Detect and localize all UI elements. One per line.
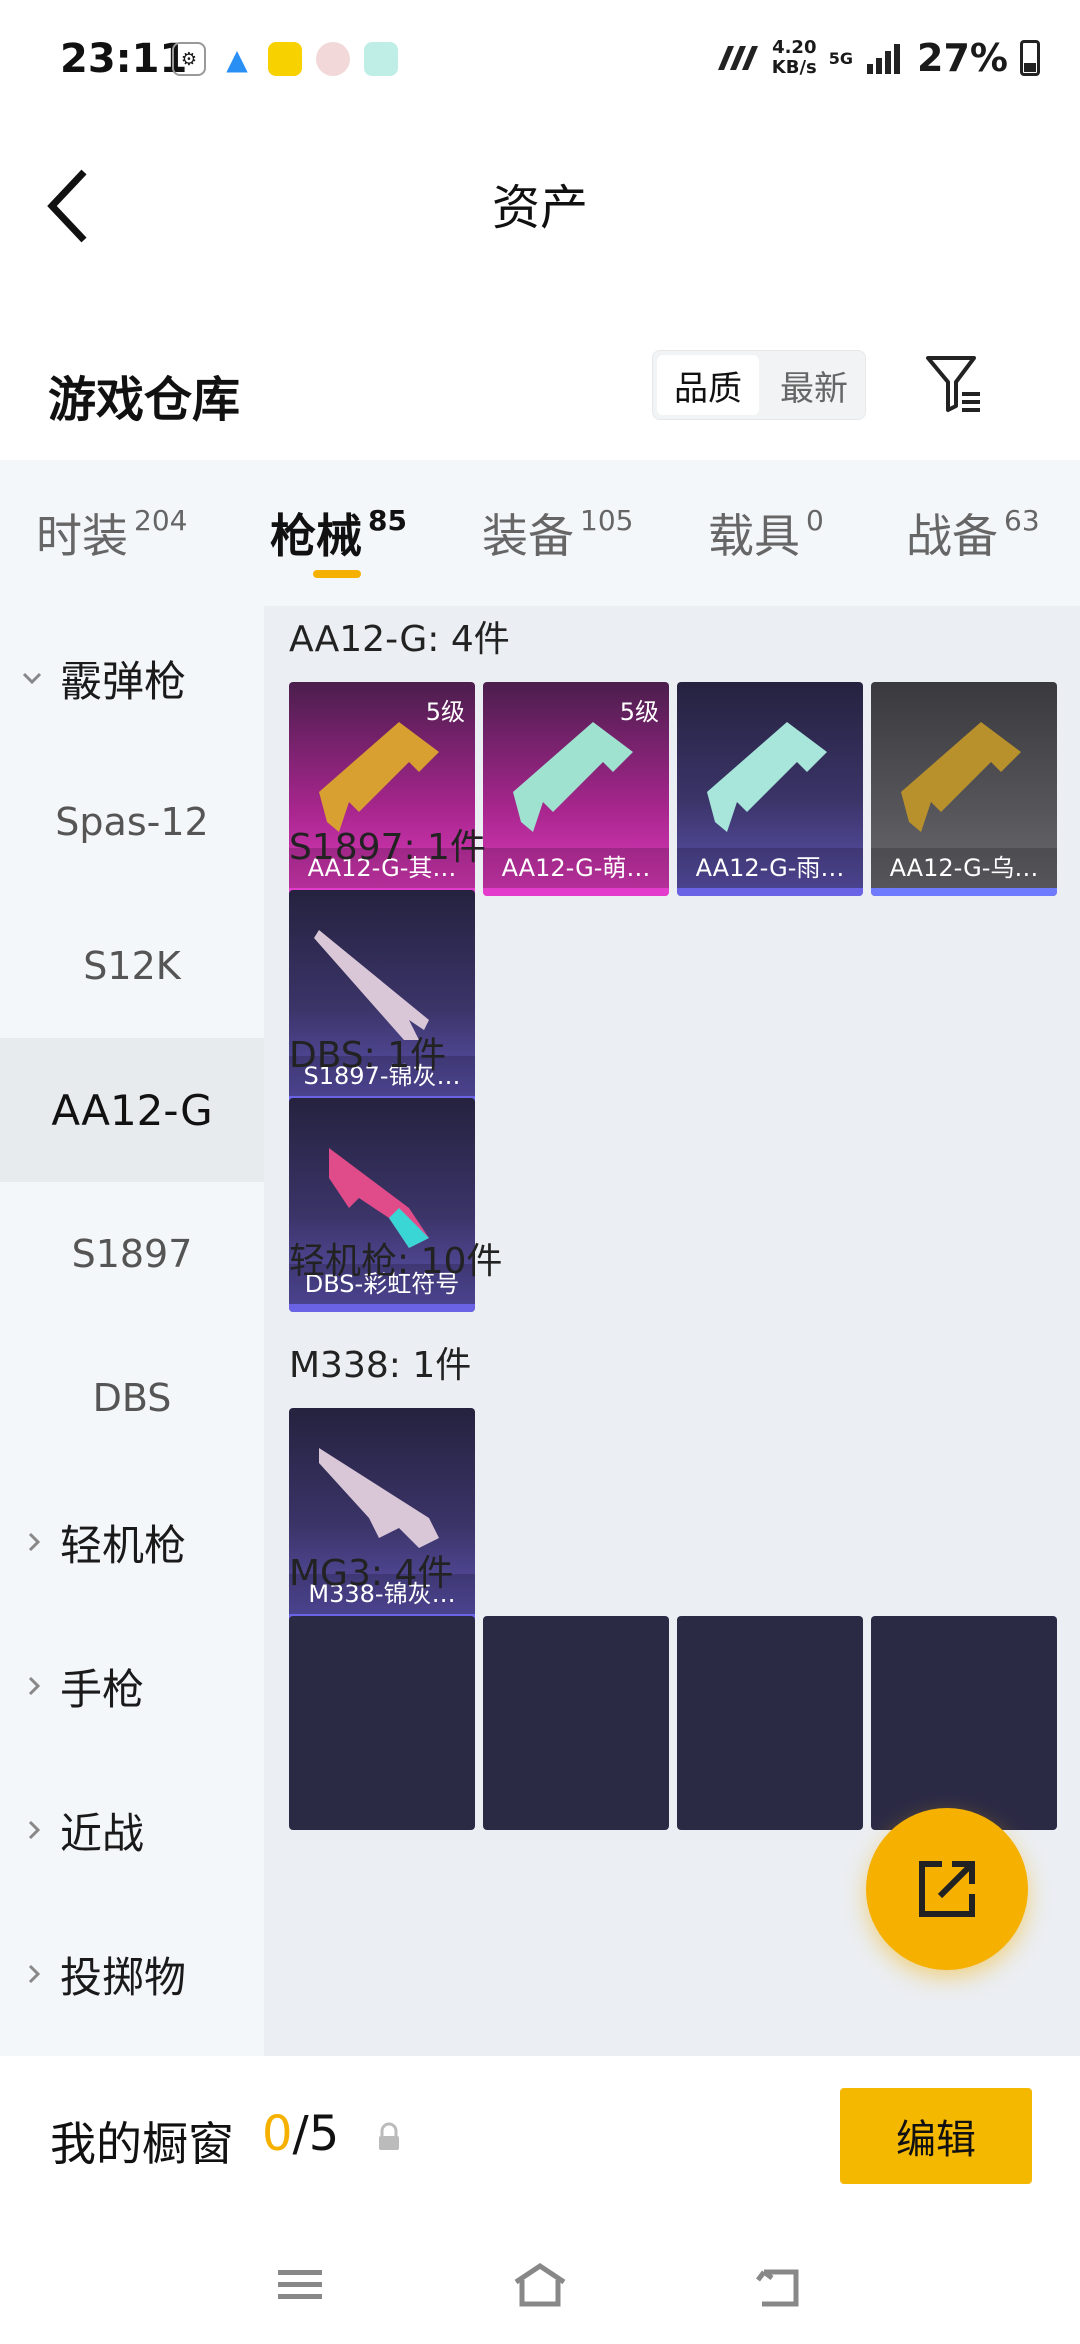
sort-toggle: 品质 最新 [652,350,866,420]
sidebar: 霰弹枪 Spas-12 S12K AA12-G S1897 DBS 轻机枪 手枪… [0,606,264,2056]
group-label: DBS: 1件 [289,1035,447,1076]
item-card[interactable] [871,1616,1057,1830]
settings-icon: ⚙ [172,42,206,76]
message-notification-icon [364,42,398,76]
network-type: 5G [828,48,854,68]
notification-icons: ⚙ ▲ [172,42,398,76]
menu-icon[interactable] [270,2260,330,2310]
back-icon[interactable] [750,2260,810,2310]
signal-icon [867,44,901,74]
warning-icon: ▲ [226,42,248,76]
item-card[interactable] [289,1616,475,1830]
chevron-right-icon [28,1676,41,1696]
item-card[interactable] [677,1616,863,1830]
sidebar-item-dbs[interactable]: DBS [0,1326,264,1470]
tab-fashion[interactable]: 时装 204 [36,500,187,566]
battery-icon [1020,40,1040,76]
status-bar: 23:11 ⚙ ▲ 4.20 KB/s 5G 27% [0,0,1080,120]
lock-icon [379,2122,399,2150]
tab-tactical[interactable]: 战备 63 [906,500,1040,566]
carrier-logo-icon [717,46,758,70]
page-title: 资产 [491,180,588,236]
chevron-right-icon [28,1532,41,1552]
group-label: AA12-G: 4件 [289,619,510,660]
group-label: M338: 1件 [289,1345,472,1386]
shotgun-art-icon [901,722,1021,832]
status-right: 4.20 KB/s 5G 27% [716,36,1040,80]
showcase-label: 我的橱窗 [50,2117,234,2171]
sidebar-item-shotgun[interactable]: 霰弹枪 [0,606,264,750]
sidebar-item-s12k[interactable]: S12K [0,894,264,1038]
chevron-right-icon [28,1964,41,1984]
tab-vehicles[interactable]: 载具 0 [708,500,824,566]
app-notification-icon [268,42,302,76]
section-header: 游戏仓库 品质 最新 [0,330,1080,460]
sort-quality-button[interactable]: 品质 [657,355,759,415]
sidebar-item-pistol[interactable]: 手枪 [0,1614,264,1758]
item-card[interactable]: 5级 AA12-G-萌… [483,682,669,896]
active-tab-indicator [313,570,361,578]
sidebar-item-spas12[interactable]: Spas-12 [0,750,264,894]
tab-equipment[interactable]: 装备 105 [482,500,633,566]
chevron-right-icon [28,1820,41,1840]
shotgun-art-icon [707,722,827,832]
group-label: S1897: 1件 [289,827,486,868]
edit-button[interactable]: 编辑 [840,2088,1032,2184]
item-card[interactable]: AA12-G-雨… [677,682,863,896]
sidebar-item-aa12g[interactable]: AA12-G [0,1038,264,1182]
item-card[interactable]: AA12-G-乌… [871,682,1057,896]
item-card[interactable] [483,1616,669,1830]
showcase-count: 0/5 [262,2106,340,2162]
group-label: MG3: 4件 [289,1553,454,1594]
group-label: 轻机枪: 10件 [289,1241,503,1282]
section-title: 游戏仓库 [48,372,241,428]
app-header: 资产 [0,120,1080,280]
avatar-notification-icon [316,42,350,76]
category-tabs: 时装 204 枪械 85 装备 105 载具 0 战备 63 [0,460,1080,606]
chevron-down-icon [22,672,42,685]
sidebar-item-melee[interactable]: 近战 [0,1758,264,1902]
home-icon[interactable] [510,2260,570,2310]
tab-firearms[interactable]: 枪械 85 [270,500,407,566]
sidebar-item-s1897[interactable]: S1897 [0,1182,264,1326]
battery-percent: 27% [917,36,1008,80]
network-speed: 4.20 KB/s [771,37,817,78]
share-button[interactable] [866,1808,1028,1970]
sidebar-item-lmg[interactable]: 轻机枪 [0,1470,264,1614]
system-nav-bar [0,2224,1080,2344]
showcase-bar: 我的橱窗 0/5 编辑 [0,2056,1080,2224]
sort-newest-button[interactable]: 最新 [763,351,865,419]
share-icon [919,1861,975,1917]
sidebar-item-throwables[interactable]: 投掷物 [0,1902,264,2046]
status-time: 23:11 [60,36,188,82]
filter-icon[interactable] [924,354,984,414]
